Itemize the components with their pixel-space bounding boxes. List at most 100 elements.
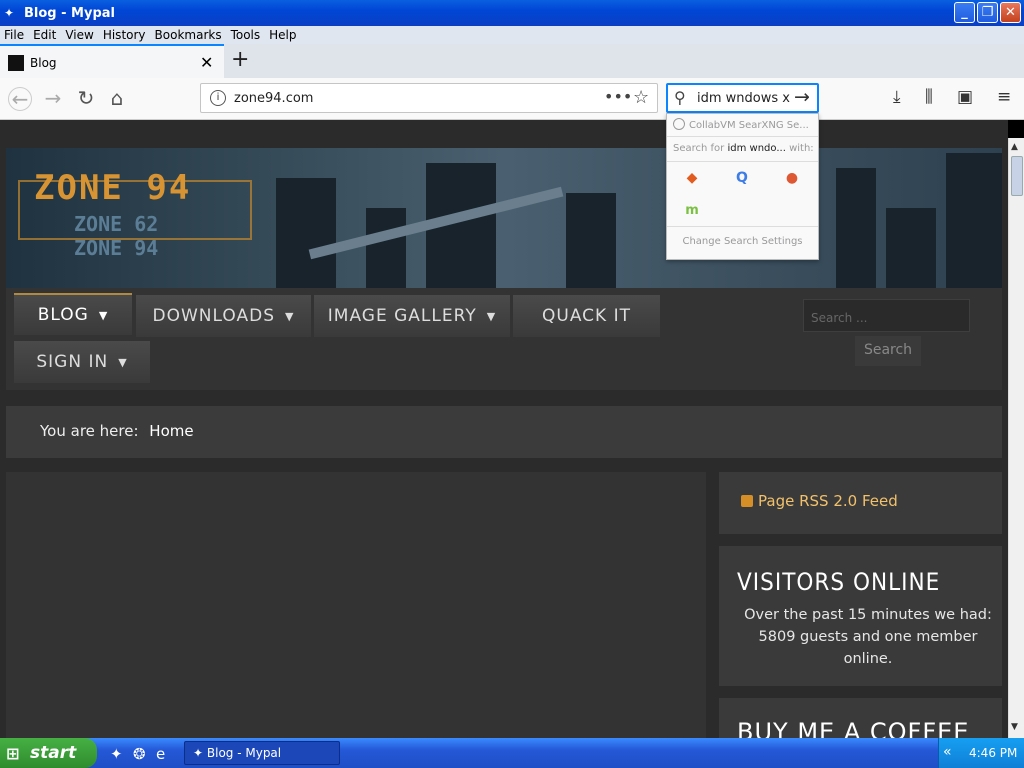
mojeek-engine-icon[interactable]: m bbox=[667, 195, 717, 225]
page-actions-dots-icon[interactable]: ••• bbox=[604, 87, 632, 106]
page-top-strip bbox=[0, 120, 1008, 138]
duckduckgo-engine-icon[interactable]: ● bbox=[767, 163, 817, 193]
windows-taskbar: ⊞ start ✦ ❂ e ✦ Blog - Mypal « 4:46 PM bbox=[0, 738, 1024, 768]
bookmark-star-icon[interactable]: ☆ bbox=[633, 87, 649, 108]
hamburger-menu-icon[interactable]: ≡ bbox=[997, 87, 1011, 107]
banner-building bbox=[946, 153, 1002, 288]
buy-me-a-coffee-module: BUY ME A COFFEE bbox=[719, 698, 1002, 738]
taskbar-window-button[interactable]: ✦ Blog - Mypal bbox=[184, 741, 340, 765]
caret-down-icon: ▼ bbox=[98, 308, 109, 322]
rss-icon bbox=[741, 495, 753, 507]
breadcrumb: You are here: Home bbox=[6, 406, 1002, 458]
menu-view[interactable]: View bbox=[65, 28, 93, 42]
site-search-button[interactable]: Search bbox=[855, 336, 921, 366]
search-bar[interactable]: ⚲ idm wndows x → bbox=[666, 83, 819, 113]
visitors-online-module: VISITORS ONLINE Over the past 15 minutes… bbox=[719, 546, 1002, 686]
visitors-text: Over the past 15 minutes we had: 5809 gu… bbox=[744, 607, 992, 667]
menu-bar: File Edit View History Bookmarks Tools H… bbox=[0, 26, 1024, 44]
caret-down-icon: ▼ bbox=[285, 309, 295, 323]
reload-icon[interactable]: ↻ bbox=[74, 87, 98, 111]
coffee-heading: BUY ME A COFFEE bbox=[737, 718, 970, 738]
forward-arrow-icon[interactable]: → bbox=[41, 87, 65, 111]
site-search-input[interactable]: Search ... bbox=[803, 299, 970, 332]
scroll-down-arrow-icon[interactable]: ▼ bbox=[1011, 722, 1018, 732]
nav-downloads[interactable]: DOWNLOADS ▼ bbox=[136, 295, 311, 337]
url-text[interactable]: zone94.com bbox=[234, 91, 313, 106]
site-navigation: BLOG ▼ DOWNLOADS ▼ IMAGE GALLERY ▼ QUACK IT… bbox=[6, 288, 1002, 390]
banner-building bbox=[276, 178, 336, 288]
url-bar[interactable]: i zone94.com ••• ☆ bbox=[200, 83, 658, 113]
tab-blog[interactable]: Blog ✕ bbox=[0, 44, 224, 78]
quicklaunch-explorer-icon[interactable]: ❂ bbox=[133, 745, 146, 763]
rss-feed-module: Page RSS 2.0 Feed bbox=[719, 472, 1002, 534]
close-button[interactable]: ✕ bbox=[1000, 2, 1021, 23]
taskbar-window-label: Blog - Mypal bbox=[206, 746, 282, 760]
site-logo-main[interactable]: ZONE 94 bbox=[34, 168, 191, 208]
quicklaunch-app-icon[interactable]: ✦ bbox=[110, 745, 123, 763]
menu-help[interactable]: Help bbox=[269, 28, 296, 42]
brave-engine-icon[interactable]: ◆ bbox=[667, 163, 717, 193]
menu-edit[interactable]: Edit bbox=[33, 28, 56, 42]
site-info-icon[interactable]: i bbox=[210, 90, 226, 106]
change-search-settings-button[interactable]: Change Search Settings bbox=[667, 236, 818, 247]
search-go-arrow-icon[interactable]: → bbox=[794, 86, 810, 108]
start-button[interactable]: ⊞ start bbox=[0, 738, 97, 768]
minimize-button[interactable]: _ bbox=[954, 2, 975, 23]
divider bbox=[667, 226, 818, 227]
nav-sign-in[interactable]: SIGN IN ▼ bbox=[14, 341, 150, 383]
search-for-suffix: with: bbox=[789, 143, 814, 154]
breadcrumb-label: You are here: bbox=[40, 422, 139, 440]
new-tab-plus-icon[interactable]: + bbox=[231, 47, 249, 72]
search-suggestion-item[interactable]: CollabVM SearXNG Se... bbox=[673, 118, 809, 131]
nav-blog[interactable]: BLOG ▼ bbox=[14, 293, 132, 335]
search-for-prefix: Search for bbox=[673, 143, 725, 154]
menu-history[interactable]: History bbox=[103, 28, 146, 42]
nav-image-gallery[interactable]: IMAGE GALLERY ▼ bbox=[314, 295, 510, 337]
scrollbar-thumb[interactable] bbox=[1011, 156, 1023, 196]
nav-sign-in-label: SIGN IN bbox=[36, 352, 109, 372]
quicklaunch-ie-icon[interactable]: e bbox=[156, 745, 165, 763]
sidebar-icon[interactable]: ▣ bbox=[957, 87, 973, 107]
search-for-query: idm wndo... bbox=[727, 143, 786, 154]
tab-close-icon[interactable]: ✕ bbox=[200, 53, 213, 72]
caret-down-icon: ▼ bbox=[118, 355, 128, 369]
maximize-button[interactable]: ❐ bbox=[977, 2, 998, 23]
window-title: Blog - Mypal bbox=[24, 5, 115, 21]
banner-building bbox=[566, 193, 616, 288]
rss-feed-link[interactable]: Page RSS 2.0 Feed bbox=[758, 492, 898, 510]
start-label: start bbox=[30, 743, 77, 763]
system-tray: « 4:46 PM bbox=[938, 738, 1024, 768]
menu-bookmarks[interactable]: Bookmarks bbox=[155, 28, 222, 42]
nav-quack-it[interactable]: QUACK IT bbox=[513, 295, 660, 337]
banner-building bbox=[366, 208, 406, 288]
tab-bar: Blog ✕ + bbox=[0, 44, 1024, 78]
scroll-up-arrow-icon[interactable]: ▲ bbox=[1011, 142, 1018, 152]
nav-downloads-label: DOWNLOADS bbox=[152, 306, 275, 326]
back-arrow-icon[interactable]: ← bbox=[8, 87, 32, 111]
downloads-icon[interactable]: ⤓ bbox=[893, 87, 901, 107]
caret-down-icon: ▼ bbox=[486, 309, 497, 323]
library-icon[interactable]: ⫼ bbox=[925, 87, 933, 107]
breadcrumb-home-link[interactable]: Home bbox=[149, 422, 193, 440]
vertical-scrollbar[interactable]: ▲ ▼ bbox=[1008, 138, 1024, 738]
menu-file[interactable]: File bbox=[4, 28, 24, 42]
globe-icon bbox=[673, 118, 685, 130]
tray-arrow-icon[interactable]: « bbox=[943, 744, 952, 760]
divider bbox=[667, 136, 818, 137]
search-for-line: Search for idm wndo... with: bbox=[673, 143, 814, 154]
site-banner: ZONE 94 ZONE 62 ZONE 94 bbox=[6, 148, 1002, 288]
qwant-engine-icon[interactable]: Q bbox=[717, 163, 767, 193]
menu-tools[interactable]: Tools bbox=[231, 28, 261, 42]
tab-label: Blog bbox=[30, 56, 57, 70]
clock[interactable]: 4:46 PM bbox=[969, 746, 1017, 760]
divider bbox=[667, 161, 818, 162]
window-titlebar: ✦ Blog - Mypal _ ❐ ✕ bbox=[0, 0, 1024, 26]
home-icon[interactable]: ⌂ bbox=[105, 87, 129, 111]
main-content-area bbox=[6, 472, 706, 738]
nav-blog-label: BLOG bbox=[37, 305, 89, 325]
site-logo-sub1: ZONE 62 bbox=[74, 212, 159, 236]
search-query-text[interactable]: idm wndows x bbox=[697, 91, 790, 106]
nav-image-gallery-label: IMAGE GALLERY bbox=[327, 306, 477, 326]
banner-building bbox=[836, 168, 876, 288]
visitors-heading: VISITORS ONLINE bbox=[737, 568, 941, 596]
